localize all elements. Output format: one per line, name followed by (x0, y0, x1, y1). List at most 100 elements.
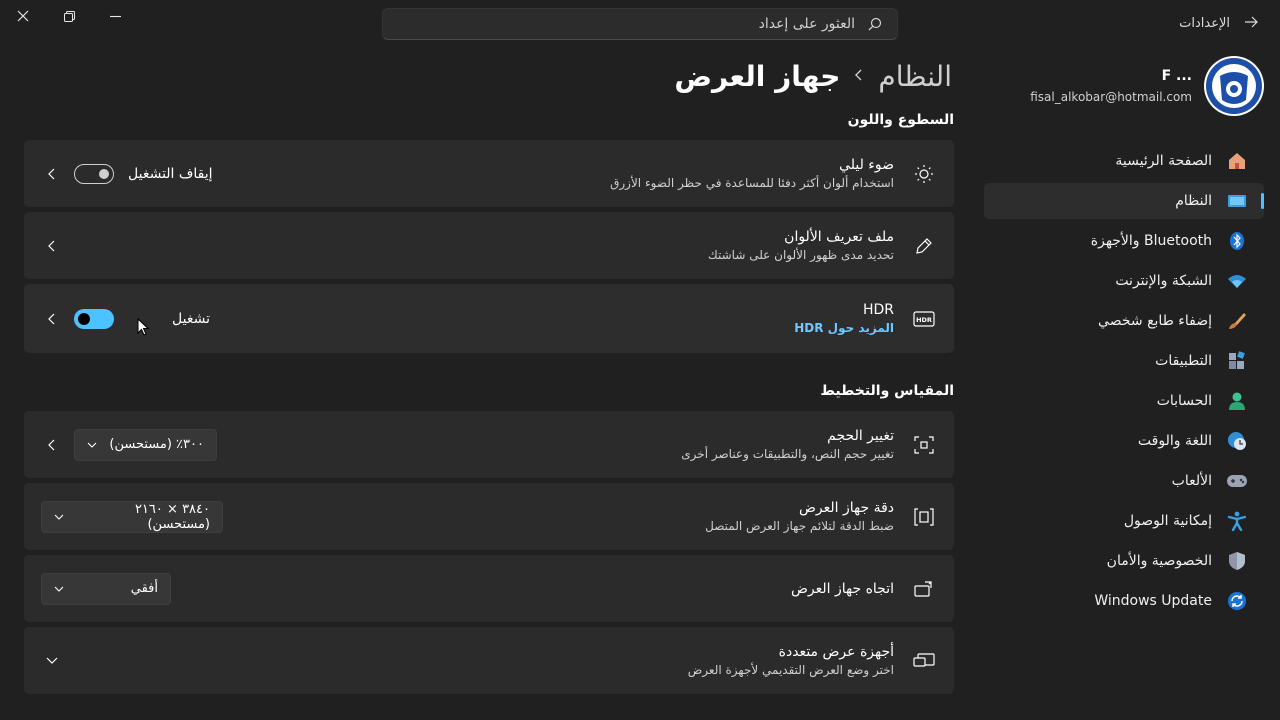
orientation-dropdown[interactable]: أفقي (41, 572, 171, 605)
app-title-bar: الإعدادات (1179, 14, 1258, 32)
sidebar-item-privacy[interactable]: الخصوصية والأمان (984, 543, 1264, 579)
hdr-card[interactable]: HDR HDR المزيد حول HDR تشغيل (24, 284, 954, 353)
scale-subtitle: تغيير حجم النص، والتطبيقات وعناصر أخرى (681, 447, 894, 461)
gamepad-icon (1226, 470, 1248, 492)
close-icon (17, 10, 29, 22)
sidebar-item-gaming[interactable]: الألعاب (984, 463, 1264, 499)
back-arrow-icon[interactable] (1244, 14, 1258, 32)
orientation-dropdown-value: أفقي (130, 581, 158, 596)
night-light-state-label: إيقاف التشغيل (128, 165, 213, 182)
sidebar-item-label: اللغة والوقت (1137, 433, 1212, 449)
night-light-toggle[interactable] (74, 163, 114, 184)
resolution-icon (912, 505, 936, 529)
chevron-down-icon (87, 437, 97, 452)
chevron-left-icon[interactable] (44, 311, 60, 327)
multiple-displays-title: أجهزة عرض متعددة (778, 644, 894, 660)
chevron-left-icon (854, 66, 864, 87)
app-title: الإعدادات (1179, 15, 1230, 31)
restore-button[interactable] (46, 0, 92, 32)
apps-icon (1226, 350, 1248, 372)
multiple-displays-subtitle: اختر وضع العرض التقديمي لأجهزة العرض (687, 663, 894, 677)
sidebar-item-time-language[interactable]: اللغة والوقت (984, 423, 1264, 459)
resolution-card[interactable]: دقة جهاز العرض ضبط الدقة لتلائم جهاز الع… (24, 483, 954, 550)
search-box[interactable] (382, 8, 898, 40)
scale-dropdown[interactable]: ٣٠٠٪ (مستحسن) (74, 428, 217, 461)
page-title: جهاز العرض (674, 59, 841, 93)
settings-window: الإعدادات F ... fisal_alkobar@hotmail.co… (0, 0, 1280, 720)
sidebar-item-system[interactable]: النظام (984, 183, 1264, 219)
sidebar-item-label: Windows Update (1094, 593, 1212, 609)
rotate-display-icon (912, 577, 936, 601)
night-light-title: ضوء ليلي (839, 157, 894, 173)
sidebar-item-label: إمكانية الوصول (1123, 513, 1212, 529)
color-profile-card[interactable]: ملف تعريف الألوان تحديد مدى ظهور الألوان… (24, 212, 954, 279)
update-icon (1226, 590, 1248, 612)
chevron-left-icon[interactable] (44, 437, 60, 453)
sidebar-item-label: الصفحة الرئيسية (1115, 153, 1212, 169)
resolution-dropdown-value: ٣٨٤٠ × ٢١٦٠ (مستحسن) (134, 501, 210, 532)
breadcrumb-parent[interactable]: النظام (878, 60, 952, 93)
chevron-left-icon[interactable] (44, 238, 60, 254)
hdr-learn-more-link[interactable]: المزيد حول HDR (210, 321, 894, 335)
wifi-icon (1226, 270, 1248, 292)
profile-name: F ... (1161, 68, 1192, 84)
bluetooth-icon (1226, 230, 1248, 252)
sidebar-item-label: إضفاء طابع شخصي (1098, 313, 1212, 329)
mouse-cursor-icon (137, 317, 150, 340)
multiple-displays-card[interactable]: أجهزة عرض متعددة اختر وضع العرض التقديمي… (24, 627, 954, 694)
night-light-card[interactable]: ضوء ليلي استخدام ألوان أكثر دفئا للمساعد… (24, 140, 954, 207)
accessibility-icon (1226, 510, 1248, 532)
minimize-icon (109, 15, 121, 17)
sidebar-item-label: التطبيقات (1155, 353, 1212, 369)
chevron-down-icon (54, 509, 64, 524)
sidebar-item-label: Bluetooth والأجهزة (1090, 233, 1212, 249)
restore-icon (63, 10, 75, 22)
close-button[interactable] (0, 0, 46, 32)
chevron-down-icon[interactable] (44, 653, 60, 669)
resolution-subtitle: ضبط الدقة لتلائم جهاز العرض المتصل (705, 519, 894, 533)
night-light-subtitle: استخدام ألوان أكثر دفئا للمساعدة في حظر … (610, 176, 894, 190)
chevron-down-icon (54, 581, 64, 596)
sidebar-item-label: الحسابات (1156, 393, 1212, 409)
account-icon (1226, 390, 1248, 412)
color-profile-title: ملف تعريف الألوان (784, 229, 894, 245)
multiple-displays-icon (912, 649, 936, 673)
sidebar-item-network[interactable]: الشبكة والإنترنت (984, 263, 1264, 299)
search-input[interactable] (555, 16, 855, 32)
profile-email: fisal_alkobar@hotmail.com (1030, 90, 1192, 104)
hdr-toggle[interactable] (74, 308, 114, 329)
sidebar-item-home[interactable]: الصفحة الرئيسية (984, 143, 1264, 179)
sidebar-item-label: الخصوصية والأمان (1106, 553, 1212, 569)
caption-buttons (0, 0, 138, 32)
eyedropper-icon (912, 234, 936, 258)
club-logo-icon (1206, 58, 1262, 114)
sidebar-item-label: الألعاب (1171, 473, 1212, 489)
resolution-dropdown[interactable]: ٣٨٤٠ × ٢١٦٠ (مستحسن) (41, 500, 223, 533)
sun-icon (912, 162, 936, 186)
user-profile[interactable]: F ... fisal_alkobar@hotmail.com (1030, 56, 1264, 116)
main-content: النظام جهاز العرض السطوع واللون ضوء ليلي… (24, 56, 954, 699)
sidebar-item-apps[interactable]: التطبيقات (984, 343, 1264, 379)
color-profile-subtitle: تحديد مدى ظهور الألوان على شاشتك (707, 248, 894, 262)
breadcrumb: النظام جهاز العرض (24, 56, 954, 96)
resolution-title: دقة جهاز العرض (798, 500, 894, 516)
globe-clock-icon (1226, 430, 1248, 452)
sidebar-item-windows-update[interactable]: Windows Update (984, 583, 1264, 619)
orientation-card[interactable]: اتجاه جهاز العرض أفقي (24, 555, 954, 622)
sidebar-item-label: النظام (1175, 193, 1212, 209)
orientation-title: اتجاه جهاز العرض (790, 580, 894, 597)
shield-icon (1226, 550, 1248, 572)
scale-card[interactable]: تغيير الحجم تغيير حجم النص، والتطبيقات و… (24, 411, 954, 478)
resize-icon (912, 433, 936, 457)
section-heading-scale: المقياس والتخطيط (820, 383, 954, 399)
sidebar-item-bluetooth[interactable]: Bluetooth والأجهزة (984, 223, 1264, 259)
sidebar-nav: الصفحة الرئيسية النظام Bluetooth والأجهز… (984, 143, 1264, 623)
minimize-button[interactable] (92, 0, 138, 32)
sidebar-item-personalization[interactable]: إضفاء طابع شخصي (984, 303, 1264, 339)
sidebar-item-accounts[interactable]: الحسابات (984, 383, 1264, 419)
chevron-left-icon[interactable] (44, 166, 60, 182)
sidebar-item-accessibility[interactable]: إمكانية الوصول (984, 503, 1264, 539)
svg-text:HDR: HDR (916, 316, 932, 324)
hdr-icon: HDR (912, 307, 936, 331)
search-icon (867, 16, 883, 32)
